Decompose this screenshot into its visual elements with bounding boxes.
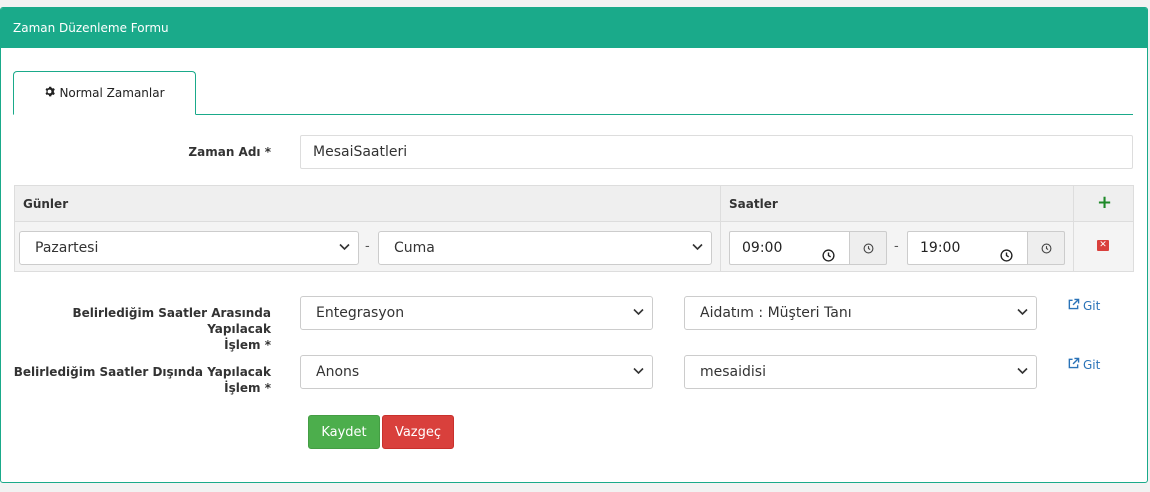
col-days-header: Günler [23,197,69,211]
chevron-down-icon [633,297,644,316]
time-from-input[interactable]: 09:00 [729,231,850,265]
panel-title: Zaman Düzenleme Formu [1,8,1147,48]
cancel-button[interactable]: Vazgeç [382,415,454,449]
col-hours-header: Saatler [729,197,778,211]
day-from-select[interactable]: Pazartesi [19,231,359,265]
form-panel: Zaman Düzenleme Formu Normal Zamanlar Za… [0,7,1148,483]
outside-hours-label: Belirlediğim Saatler Dışında Yapılacak İ… [11,364,271,396]
external-link-icon [1067,298,1080,313]
column-divider [720,186,721,271]
inside-label-line2: İşlem * [224,338,271,352]
chevron-down-icon [339,232,350,251]
outside-label-line2: İşlem * [224,381,271,395]
column-divider [1073,186,1074,271]
inside-label-line1: Belirlediğim Saatler Arasında Yapılacak [72,306,271,336]
day-from-value: Pazartesi [35,240,99,256]
table-header: Günler Saatler + [15,186,1133,222]
outside-action-select[interactable]: Anons [300,355,653,389]
plus-icon[interactable]: + [1097,192,1112,213]
schedule-table: Günler Saatler + Pazartesi - Cuma 09:00 … [14,185,1134,272]
outside-label-line1: Belirlediğim Saatler Dışında Yapılacak [13,365,271,379]
save-button[interactable]: Kaydet [308,415,380,449]
inside-hours-label: Belirlediğim Saatler Arasında Yapılacak … [11,305,271,353]
name-label: Zaman Adı * [188,145,271,159]
clock-icon [863,239,874,258]
clock-icon[interactable] [822,242,835,274]
remove-icon[interactable]: ✕ [1097,240,1109,251]
clock-icon[interactable] [1000,242,1013,274]
external-link-icon [1067,357,1080,372]
outside-git-link[interactable]: Git [1067,357,1100,372]
day-to-value: Cuma [394,240,435,256]
outside-action-value: Anons [316,364,360,380]
range-separator: - [365,239,370,254]
clock-icon [1041,239,1052,258]
outside-target-value: mesaidisi [700,364,766,380]
time-range-separator: - [894,239,899,254]
chevron-down-icon [1017,297,1028,316]
outside-target-select[interactable]: mesaidisi [684,355,1037,389]
inside-git-label: Git [1083,298,1101,313]
tab-label: Normal Zamanlar [59,86,165,100]
day-to-select[interactable]: Cuma [378,231,712,265]
time-to-value: 19:00 [920,240,961,256]
tab-normal-zamanlar[interactable]: Normal Zamanlar [13,71,196,115]
chevron-down-icon [633,356,644,375]
time-to-addon[interactable] [1028,231,1065,265]
inside-git-link[interactable]: Git [1067,298,1100,313]
outside-git-label: Git [1083,357,1101,372]
inside-action-select[interactable]: Entegrasyon [300,296,653,330]
time-to-input[interactable]: 19:00 [907,231,1028,265]
name-input[interactable]: MesaiSaatleri [300,135,1133,169]
time-from-addon[interactable] [850,231,887,265]
inside-target-select[interactable]: Aidatım : Müşteri Tanı [684,296,1037,330]
chevron-down-icon [1017,356,1028,375]
gear-icon [44,86,56,100]
inside-action-value: Entegrasyon [316,305,405,321]
chevron-down-icon [692,232,703,251]
inside-target-value: Aidatım : Müşteri Tanı [700,305,852,321]
time-from-value: 09:00 [742,240,783,256]
